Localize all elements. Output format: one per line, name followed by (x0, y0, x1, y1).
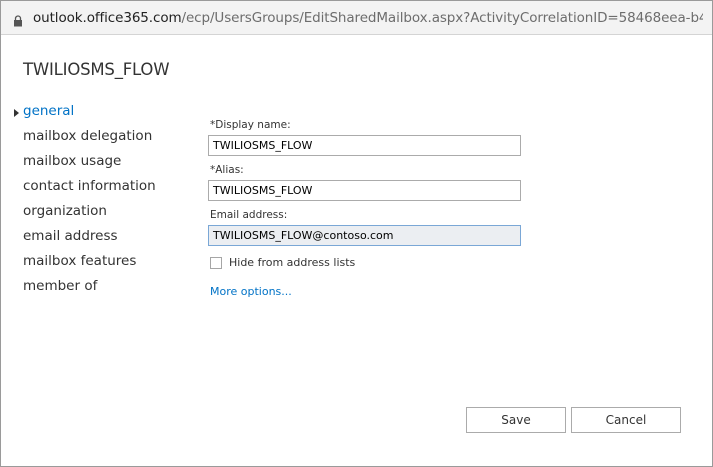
edit-mailbox-window: outlook.office365.com/ecp/UsersGroups/Ed… (0, 0, 713, 467)
address-bar[interactable]: outlook.office365.com/ecp/UsersGroups/Ed… (1, 1, 712, 35)
lock-icon (13, 12, 23, 26)
nav-item-organization[interactable]: organization (23, 203, 193, 223)
hide-from-address-lists-label[interactable]: Hide from address lists (229, 256, 355, 269)
nav-item-mailbox-usage[interactable]: mailbox usage (23, 153, 193, 173)
display-name-field[interactable]: TWILIOSMS_FLOW (208, 135, 521, 156)
display-name-label: *Display name: (210, 119, 291, 131)
nav-item-mailbox-features[interactable]: mailbox features (23, 253, 193, 273)
nav-item-mailbox-delegation[interactable]: mailbox delegation (23, 128, 193, 148)
nav-item-contact-information[interactable]: contact information (23, 178, 193, 198)
nav-item-general[interactable]: general (23, 103, 193, 123)
page-title: TWILIOSMS_FLOW (23, 60, 170, 79)
url-domain: outlook.office365.com (33, 9, 182, 26)
nav-item-member-of[interactable]: member of (23, 278, 193, 298)
more-options-link[interactable]: More options... (210, 285, 292, 298)
hide-from-address-lists-checkbox[interactable] (210, 257, 222, 269)
selected-arrow-icon (14, 109, 19, 117)
email-address-field[interactable]: TWILIOSMS_FLOW@contoso.com (208, 225, 521, 246)
cancel-button[interactable]: Cancel (571, 407, 681, 433)
save-button[interactable]: Save (466, 407, 566, 433)
email-address-label: Email address: (210, 209, 288, 221)
alias-label: *Alias: (210, 164, 244, 176)
url-text[interactable]: outlook.office365.com/ecp/UsersGroups/Ed… (33, 10, 703, 26)
alias-field[interactable]: TWILIOSMS_FLOW (208, 180, 521, 201)
url-path: /ecp/UsersGroups/EditSharedMailbox.aspx?… (181, 9, 703, 26)
nav-item-email-address[interactable]: email address (23, 228, 193, 248)
